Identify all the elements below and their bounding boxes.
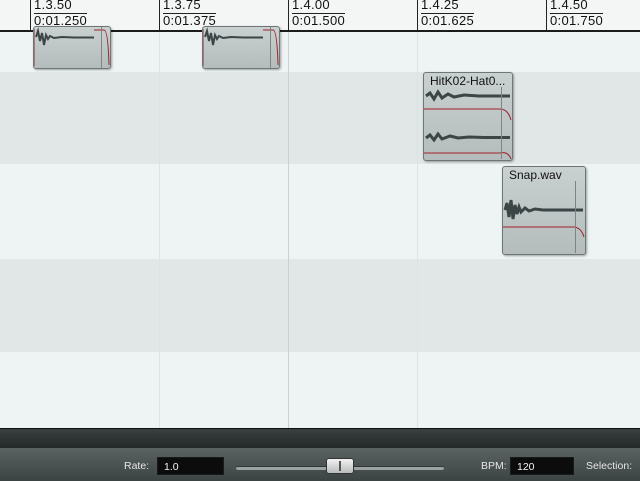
ruler-tick — [30, 0, 31, 30]
ruler-time-label: 0:01.500 — [292, 13, 346, 28]
media-item-snap[interactable]: Snap.wav — [502, 166, 586, 255]
ruler-beat-label: 1.4.25 — [421, 0, 459, 12]
waveform-icon — [503, 181, 585, 253]
ruler-tick — [159, 0, 160, 30]
waveform-icon — [34, 27, 110, 68]
media-item[interactable] — [202, 26, 280, 69]
media-item-hitk[interactable]: HitK02-Hat0... — [423, 72, 513, 161]
track-lane[interactable] — [0, 352, 640, 428]
ruler-beat-label: 1.3.75 — [163, 0, 201, 12]
selection-label: Selection: — [586, 460, 633, 472]
track-lane[interactable] — [0, 259, 640, 352]
ruler-beat-label: 1.4.50 — [550, 0, 588, 12]
beat-grid-line — [288, 32, 289, 428]
ruler-tick — [288, 0, 289, 30]
grid-line — [417, 32, 418, 428]
media-item[interactable] — [33, 26, 111, 69]
ruler-tick — [546, 0, 547, 30]
ruler-beat-label: 1.4.00 — [292, 0, 330, 12]
ruler-time-label: 0:01.750 — [550, 13, 604, 28]
waveform-icon — [424, 87, 512, 160]
transport-bar: Rate: 1.0 BPM: 120 Selection: — [0, 448, 640, 481]
rate-field[interactable]: 1.0 — [157, 457, 224, 475]
ruler-tick — [417, 0, 418, 30]
rate-slider-handle[interactable] — [326, 458, 354, 474]
bpm-field[interactable]: 120 — [510, 457, 574, 475]
rate-label: Rate: — [124, 460, 150, 472]
bpm-label: BPM: — [481, 460, 507, 472]
ruler-time-label: 0:01.625 — [421, 13, 475, 28]
grid-line — [159, 32, 160, 428]
arrange-scrollbar[interactable] — [0, 428, 640, 449]
ruler-beat-label: 1.3.50 — [34, 0, 72, 12]
track-lane[interactable] — [0, 72, 640, 164]
waveform-icon — [203, 27, 279, 68]
